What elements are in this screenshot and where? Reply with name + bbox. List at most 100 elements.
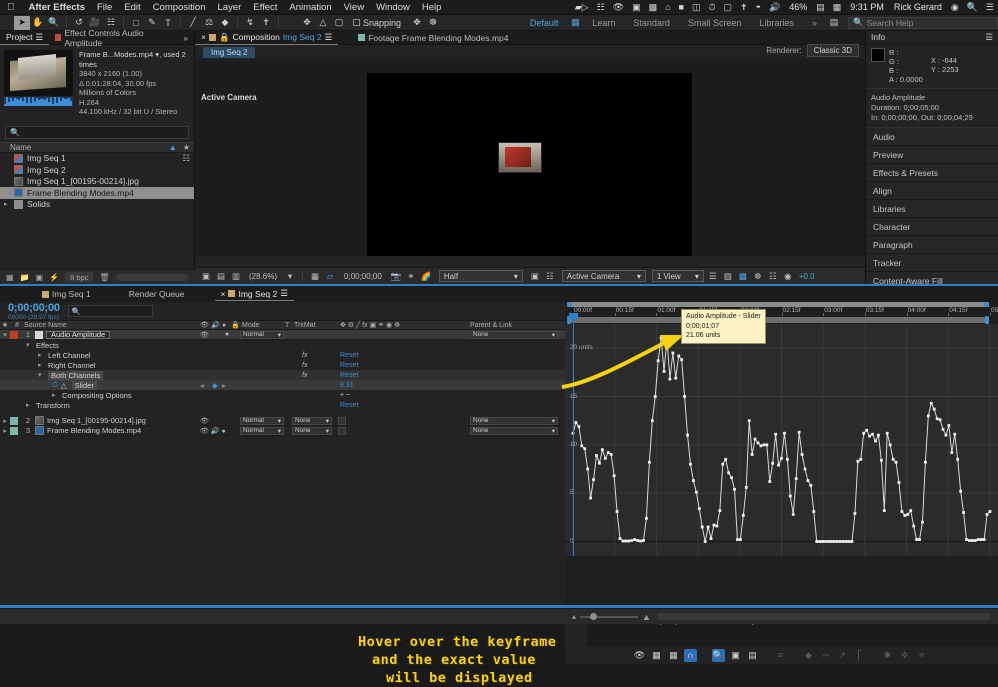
table-row[interactable]: ▾ 1 Audio Amplitude 👁 ● Normal ▾ None ▾ [0, 330, 565, 340]
dock-panel-effects-presets[interactable]: Effects & Presets [866, 164, 998, 182]
zoom-slider[interactable]: ▴ ▲ [572, 612, 651, 622]
keyframe-marker[interactable] [838, 540, 842, 543]
pixel-aspect-icon[interactable]: ☰ [707, 270, 719, 282]
keyframe-marker[interactable] [639, 539, 642, 543]
keyframe-marker[interactable] [600, 448, 604, 452]
exposure-icon[interactable]: ◉ [782, 270, 794, 282]
keyframe-marker[interactable] [686, 433, 689, 437]
keyframe-marker[interactable] [753, 437, 757, 441]
keyframe-marker[interactable] [595, 454, 598, 457]
dock-panel-audio[interactable]: Audio [866, 128, 998, 146]
puppet-position-icon[interactable]: ✥ [299, 16, 315, 30]
keyframe-marker[interactable] [771, 461, 775, 465]
show-animated-properties-icon[interactable]: ▦ [650, 649, 663, 662]
keyframe-marker[interactable] [877, 433, 880, 437]
channel-rgb-icon[interactable]: 🌈 [420, 270, 432, 282]
keyframe-marker[interactable] [697, 507, 701, 511]
delete-icon[interactable]: 🗑 [99, 273, 109, 282]
table-row[interactable]: ▸ 3 Frame Blending Modes.mp4 👁 🔊 ● Norma… [0, 426, 565, 436]
layer-mode-select[interactable]: Normal ▾ [240, 416, 284, 425]
composition-viewer[interactable]: Active Camera [195, 59, 865, 256]
keyframe-marker[interactable] [736, 538, 739, 541]
menu-composition[interactable]: Composition [147, 2, 212, 13]
menu-edit[interactable]: Edit [118, 2, 146, 13]
add-remove-buttons[interactable]: + − [340, 392, 350, 399]
menu-layer[interactable]: Layer [212, 2, 248, 13]
property-both-channels[interactable]: ▾ Both Channels fx Reset [0, 370, 565, 380]
zoom-in-icon[interactable]: ▲ [642, 612, 651, 622]
battery-icon[interactable]: ▤ [812, 2, 829, 13]
mesh-icon[interactable]: ✥ [409, 16, 425, 30]
screen-record-icon[interactable]: ▰▷ [571, 2, 593, 13]
keyframe-marker[interactable] [844, 540, 848, 543]
project-tabs-overflow[interactable]: » [177, 31, 194, 45]
keyframe-marker[interactable] [718, 509, 722, 512]
zoom-tool[interactable]: 🔍 [46, 16, 62, 30]
volume-icon[interactable]: 🔊 [765, 2, 784, 13]
keyframe-marker[interactable] [603, 456, 607, 460]
keyframe-marker[interactable] [874, 439, 877, 443]
list-item[interactable]: Img Seq 2 [0, 164, 194, 176]
close-icon[interactable]: × [221, 289, 226, 299]
keyframe-marker[interactable] [630, 539, 634, 542]
table-row[interactable]: ▸ 2 Img Seq 1_[00195-00214].jpg 👁 Normal… [0, 416, 565, 426]
keyframe-marker[interactable] [721, 462, 725, 466]
reset-link[interactable]: Reset [340, 362, 358, 369]
snapping-checkbox[interactable] [353, 19, 360, 26]
keyframe-marker[interactable] [900, 510, 904, 513]
close-icon[interactable]: × [201, 32, 206, 42]
brush-tool[interactable]: ╱ [185, 16, 201, 30]
zoom-out-icon[interactable]: ▴ [572, 612, 576, 621]
clone-stamp-tool[interactable]: ⚖ [201, 16, 217, 30]
keyframe-marker[interactable] [618, 537, 622, 540]
twisty-icon[interactable]: ▸ [26, 401, 32, 409]
linear-icon[interactable]: ✲ [898, 649, 911, 662]
keyframe-marker[interactable] [865, 428, 869, 432]
menu-window[interactable]: Window [370, 2, 416, 13]
keyframe-marker[interactable] [968, 539, 971, 542]
auto-zoom-icon[interactable]: ▤ [746, 649, 759, 662]
keyframe-marker[interactable] [730, 476, 733, 480]
alt-view-icon[interactable]: ▤ [215, 270, 227, 282]
keyframe-marker[interactable] [830, 540, 833, 543]
keyframe-prev-icon[interactable]: ◂ [200, 381, 204, 390]
keyframe-marker[interactable] [985, 513, 989, 516]
twisty-icon[interactable]: ▾ [26, 341, 32, 349]
property-slider[interactable]: ⏱ △ Slider ◂ ◆ ▸ 8.31 [0, 380, 565, 390]
keyframe-marker[interactable] [962, 511, 965, 514]
keyframe-marker[interactable] [965, 538, 968, 541]
layer-switch-box[interactable] [338, 416, 346, 425]
list-item[interactable]: Img Seq 1_[00195-00214].jpg [0, 176, 194, 188]
layer-av-switches[interactable]: 👁 [200, 417, 209, 425]
keyframe-marker[interactable] [627, 539, 631, 543]
label-tag-icon[interactable]: ★ [0, 321, 10, 329]
property-right-channel[interactable]: ▸ Right Channel fx Reset [0, 360, 565, 370]
apple-menu-icon[interactable]:  [7, 2, 15, 13]
zoom-level[interactable]: (28.6%) [249, 272, 277, 281]
layer-color-swatch[interactable] [10, 426, 18, 435]
easy-ease-icon[interactable]: ∾ [819, 649, 832, 662]
keyframe-marker[interactable] [853, 512, 857, 515]
keyframe-marker[interactable] [800, 453, 804, 456]
snap-icon[interactable]: ∩ [684, 648, 697, 662]
keyframe-indicator-icon[interactable]: ◆ [212, 381, 218, 390]
keyframe-marker[interactable] [932, 407, 936, 411]
keyframe-next-icon[interactable]: ▸ [222, 381, 226, 390]
twisty-icon[interactable]: ▸ [0, 417, 10, 425]
workspace-overflow[interactable]: » [803, 18, 826, 28]
slider-value[interactable]: 8.31 [340, 382, 354, 389]
keyframe-marker[interactable] [765, 443, 769, 447]
timeline-search-input[interactable]: 🔍 [67, 305, 153, 317]
keyframe-marker[interactable] [762, 443, 766, 447]
keyframe-marker[interactable] [827, 540, 830, 543]
keyframe-marker[interactable] [606, 451, 610, 454]
keyframe-marker[interactable] [915, 538, 918, 541]
keyframe-marker[interactable] [712, 523, 716, 527]
keyframe-marker[interactable] [956, 457, 960, 461]
dock-panel-libraries[interactable]: Libraries [866, 200, 998, 218]
new-footage-icon[interactable]: ▣ [36, 273, 44, 282]
keyframe-marker[interactable] [747, 419, 751, 423]
keyframe-marker[interactable] [903, 514, 907, 517]
keyframe-marker[interactable] [835, 540, 839, 543]
menu-animation[interactable]: Animation [283, 2, 337, 13]
